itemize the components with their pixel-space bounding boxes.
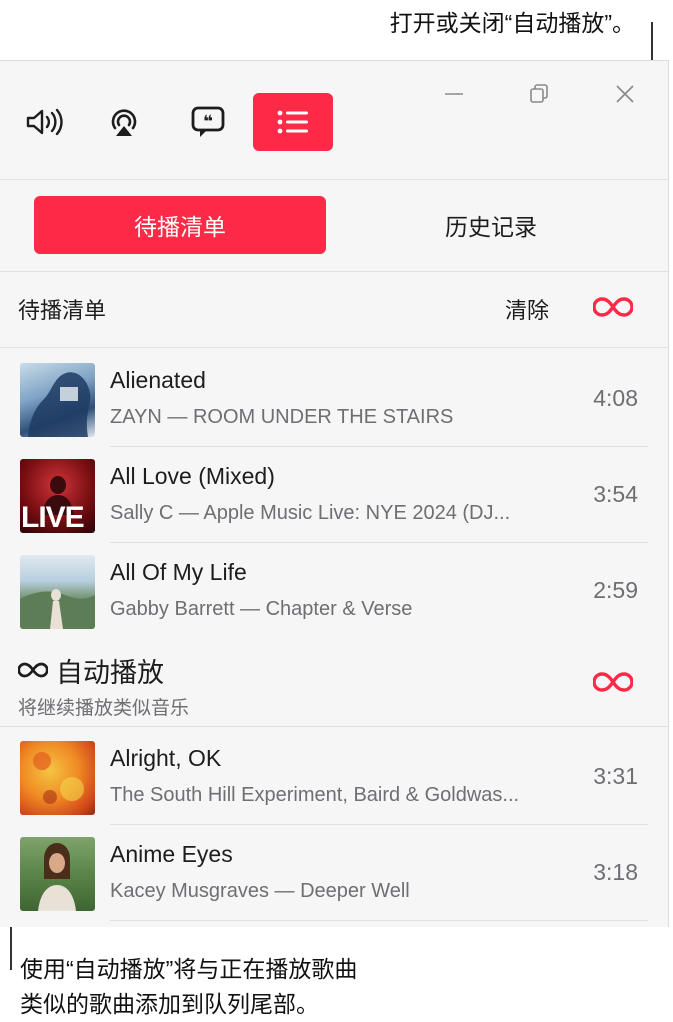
song-duration: 3:54 (593, 481, 638, 507)
infinity-icon (17, 655, 49, 686)
autoplay-subtitle: 将继续播放类似音乐 (18, 698, 190, 719)
list-item[interactable]: Alienated ZAYN — ROOM UNDER THE STAIRS 4… (0, 351, 668, 447)
album-art (20, 363, 95, 437)
album-art (20, 741, 95, 815)
minimize-icon[interactable] (437, 77, 471, 111)
autoplay-title: 自动播放 (56, 658, 164, 688)
queue-heading: 待播清单 (18, 298, 107, 323)
close-icon[interactable] (608, 77, 642, 111)
song-artist-album: The South Hill Experiment, Baird & Goldw… (110, 784, 520, 806)
album-art (20, 555, 95, 629)
callout-autoplay-toggle: 打开或关闭“自动播放”。 (389, 10, 635, 36)
clear-button[interactable]: 清除 (505, 293, 549, 325)
album-art (20, 837, 95, 911)
album-art: LIVE (20, 459, 95, 533)
song-title: Alienated (110, 367, 206, 393)
tab-history[interactable]: 历史记录 (360, 196, 622, 254)
toolbar: ❝ (0, 61, 668, 179)
song-duration: 2:59 (593, 577, 638, 603)
list-item[interactable]: LIVE All Love (Mixed) Sally C — Apple Mu… (0, 447, 668, 543)
song-artist-album: Sally C — Apple Music Live: NYE 2024 (DJ… (110, 502, 511, 524)
song-title: All Love (Mixed) (110, 463, 275, 489)
restore-icon[interactable] (522, 77, 556, 111)
divider (0, 347, 668, 348)
song-duration: 3:18 (593, 859, 638, 885)
song-artist-album: ZAYN — ROOM UNDER THE STAIRS (110, 406, 454, 428)
autoplay-infinity-icon[interactable] (592, 670, 634, 699)
divider (0, 726, 668, 727)
autoplay-heading: 自动播放 (17, 651, 164, 690)
song-duration: 4:08 (593, 385, 638, 411)
divider (0, 179, 668, 180)
airplay-icon[interactable] (96, 94, 152, 150)
song-title: Anime Eyes (110, 841, 233, 867)
tab-queue[interactable]: 待播清单 (34, 196, 326, 254)
live-label: LIVE (21, 501, 85, 533)
callout-autoplay-description: 使用“自动播放”将与正在播放歌曲 类似的歌曲添加到队列尾部。 (20, 956, 358, 1017)
queue-list-icon[interactable] (253, 93, 333, 151)
song-duration: 3:31 (593, 763, 638, 789)
song-artist-album: Gabby Barrett — Chapter & Verse (110, 598, 413, 620)
list-item[interactable]: Alright, OK The South Hill Experiment, B… (0, 729, 668, 825)
list-item[interactable]: Anime Eyes Kacey Musgraves — Deeper Well… (0, 825, 668, 921)
row-divider (110, 920, 648, 921)
autoplay-toggle-infinity-icon[interactable] (592, 295, 634, 324)
song-title: Alright, OK (110, 745, 222, 771)
volume-icon[interactable] (15, 94, 71, 150)
svg-text:❝: ❝ (203, 112, 213, 132)
list-item[interactable]: All Of My Life Gabby Barrett — Chapter &… (0, 543, 668, 639)
song-title: All Of My Life (110, 559, 247, 585)
lyrics-icon[interactable]: ❝ (180, 94, 236, 150)
divider (0, 271, 668, 272)
queue-panel: ❝ 待播清单 历史记录 待播清单 清除 Alienated ZAYN — ROO… (0, 60, 669, 927)
song-artist-album: Kacey Musgraves — Deeper Well (110, 880, 410, 902)
